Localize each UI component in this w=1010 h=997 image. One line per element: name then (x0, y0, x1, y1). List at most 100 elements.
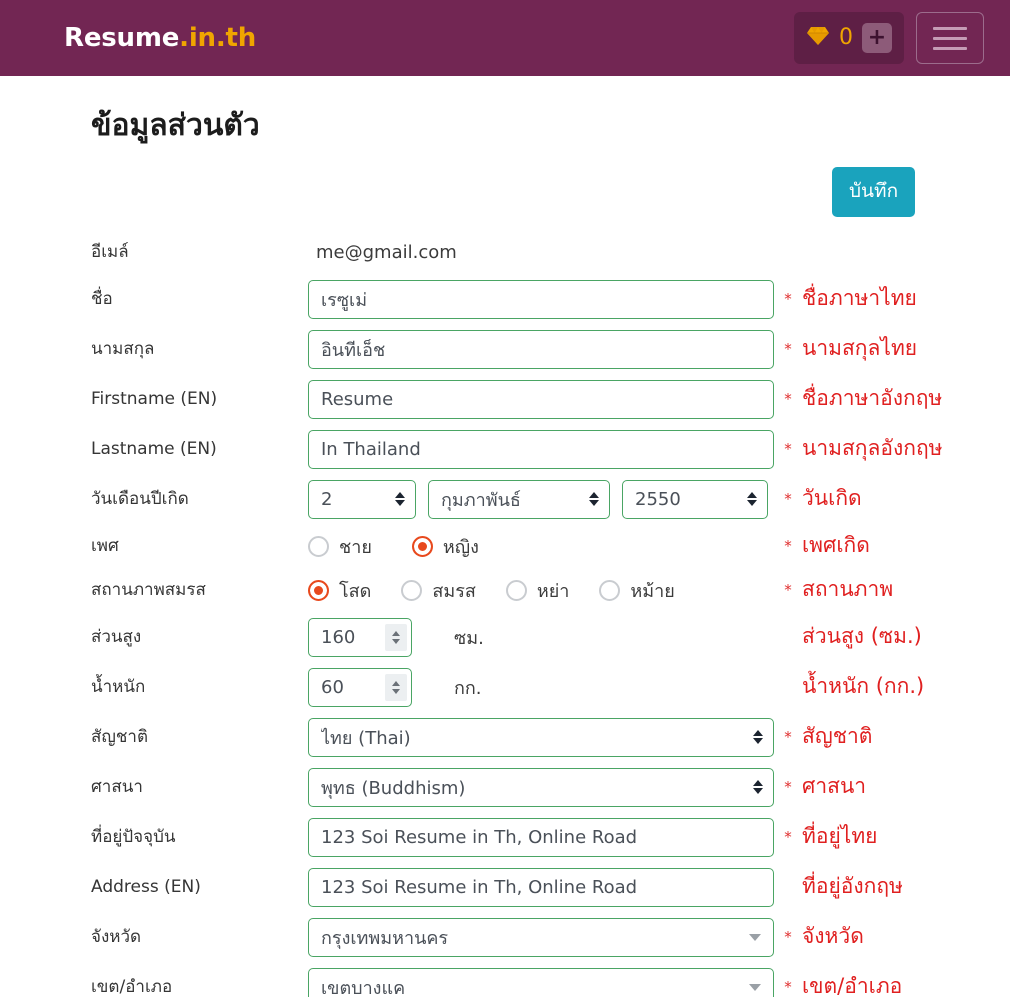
coin-balance-box[interactable]: 0 + (794, 12, 904, 64)
firstname-en-input[interactable] (308, 379, 774, 419)
label-marital: สถานภาพสมรส (91, 579, 206, 600)
required-star-province: * (784, 927, 792, 946)
form-row-birthdate: วันเดือนปีเกิด 2 กุมภาพันธ์ 2550 * วันเก… (91, 477, 1010, 521)
hint-gender: เพศเกิด (802, 533, 870, 558)
form-row-religion: ศาสนา พุทธ (Buddhism) * ศาสนา (91, 765, 1010, 809)
required-star-firstname-en: * (784, 389, 792, 408)
control-firstname-en (308, 379, 774, 419)
birth-year-value: 2550 (635, 488, 681, 510)
firstname-th-input[interactable] (308, 279, 774, 319)
page-title: ข้อมูลส่วนตัว (91, 108, 260, 143)
label-gender: เพศ (91, 535, 119, 556)
label-province: จังหวัด (91, 926, 142, 947)
chevron-updown-icon (589, 492, 599, 506)
hint-birthdate: วันเกิด (802, 486, 862, 511)
marital-option-widowed[interactable]: หม้าย (599, 576, 675, 605)
address-en-input[interactable] (308, 867, 774, 907)
form-row-lastname-th: นามสกุล * นามสกุลไทย (91, 327, 1010, 371)
brand-logo[interactable]: Resume.in.th (64, 23, 256, 53)
label-lastname-en: Lastname (EN) (91, 438, 217, 459)
spinner-updown-icon[interactable] (385, 673, 407, 701)
required-star-religion: * (784, 777, 792, 796)
hint-firstname-en: ชื่อภาษาอังกฤษ (802, 386, 943, 411)
religion-value: พุทธ (Buddhism) (321, 777, 466, 799)
marital-option-married[interactable]: สมรส (401, 576, 476, 605)
height-stepper[interactable]: 160 (308, 617, 412, 657)
hint-height: ส่วนสูง (ซม.) (802, 624, 922, 649)
height-value: 160 (321, 626, 356, 648)
marital-option-divorced[interactable]: หย่า (505, 576, 570, 605)
control-height: 160 ซม. (308, 617, 774, 657)
address-th-input[interactable] (308, 817, 774, 857)
hint-firstname-th: ชื่อภาษาไทย (802, 286, 917, 311)
hint-lastname-th: นามสกุลไทย (802, 336, 918, 361)
label-birthdate: วันเดือนปีเกิด (91, 488, 189, 509)
control-firstname-th (308, 279, 774, 319)
marital-option-label: สมรส (432, 580, 476, 602)
province-select[interactable]: กรุงเทพมหานคร (308, 917, 774, 957)
required-star-nationality: * (784, 727, 792, 746)
required-star-lastname-en: * (784, 439, 792, 458)
form-row-weight: น้ำหนัก 60 กก. น้ำหนัก (กก.) (91, 665, 1010, 709)
hint-province: จังหวัด (802, 924, 864, 949)
add-coin-button[interactable]: + (862, 23, 892, 53)
email-value: me@gmail.com (316, 241, 457, 263)
gender-option-male[interactable]: ชาย (308, 532, 372, 561)
radio-circle-icon (308, 579, 329, 601)
birth-year-select[interactable]: 2550 (622, 479, 768, 519)
nationality-value: ไทย (Thai) (321, 727, 411, 749)
control-address-th (308, 817, 774, 857)
height-unit-label: ซม. (454, 627, 484, 649)
control-email: me@gmail.com (308, 242, 774, 263)
district-select[interactable]: เขตบางแค (308, 967, 774, 997)
label-firstname-th: ชื่อ (91, 288, 113, 309)
radio-circle-icon (599, 579, 621, 601)
hint-weight: น้ำหนัก (กก.) (802, 674, 925, 699)
control-gender: ชาย หญิง (308, 532, 774, 561)
lastname-th-input[interactable] (308, 329, 774, 369)
form-row-email: อีเมล์ me@gmail.com (91, 233, 1010, 271)
hamburger-bar (933, 46, 967, 50)
save-button-row: บันทึก (0, 167, 1010, 217)
control-marital: โสด สมรส หย่า หม้าย (308, 576, 774, 605)
form-row-lastname-en: Lastname (EN) * นามสกุลอังกฤษ (91, 427, 1010, 471)
page-content: ข้อมูลส่วนตัว บันทึก อีเมล์ me@gmail.com… (0, 102, 1010, 997)
chevron-updown-icon (395, 492, 405, 506)
label-email: อีเมล์ (91, 241, 129, 262)
navbar-right-group: 0 + (794, 12, 984, 64)
weight-stepper[interactable]: 60 (308, 667, 412, 707)
gender-option-label: ชาย (339, 536, 372, 558)
birth-day-value: 2 (321, 488, 333, 510)
weight-unit-label: กก. (454, 677, 482, 699)
label-religion: ศาสนา (91, 776, 143, 797)
marital-option-label: หม้าย (630, 580, 675, 602)
label-address-en: Address (EN) (91, 876, 201, 897)
brand-main-text: Resume (64, 23, 180, 53)
nationality-select[interactable]: ไทย (Thai) (308, 717, 774, 757)
chevron-updown-icon (753, 730, 763, 744)
required-star-birthdate: * (784, 489, 792, 508)
label-firstname-en: Firstname (EN) (91, 388, 218, 409)
control-district: เขตบางแค (308, 967, 774, 997)
label-height: ส่วนสูง (91, 626, 142, 647)
spinner-updown-icon[interactable] (385, 623, 407, 651)
marital-option-single[interactable]: โสด (308, 576, 371, 605)
marital-option-label: หย่า (536, 580, 570, 602)
hint-address-th: ที่อยู่ไทย (802, 824, 878, 849)
control-religion: พุทธ (Buddhism) (308, 767, 774, 807)
save-button[interactable]: บันทึก (832, 167, 916, 217)
control-birthdate: 2 กุมภาพันธ์ 2550 (308, 479, 774, 519)
hamburger-menu-icon[interactable] (916, 12, 984, 64)
birth-month-select[interactable]: กุมภาพันธ์ (428, 479, 610, 519)
form-row-firstname-th: ชื่อ * ชื่อภาษาไทย (91, 277, 1010, 321)
form-row-height: ส่วนสูง 160 ซม. ส่วนสูง (ซม.) (91, 615, 1010, 659)
lastname-en-input[interactable] (308, 429, 774, 469)
hint-address-en: ที่อยู่อังกฤษ (802, 874, 903, 899)
control-lastname-th (308, 329, 774, 369)
required-star-district: * (784, 977, 792, 996)
gender-option-female[interactable]: หญิง (411, 532, 479, 561)
religion-select[interactable]: พุทธ (Buddhism) (308, 767, 774, 807)
chevron-updown-icon (747, 492, 757, 506)
hint-religion: ศาสนา (802, 774, 867, 799)
birth-day-select[interactable]: 2 (308, 479, 416, 519)
